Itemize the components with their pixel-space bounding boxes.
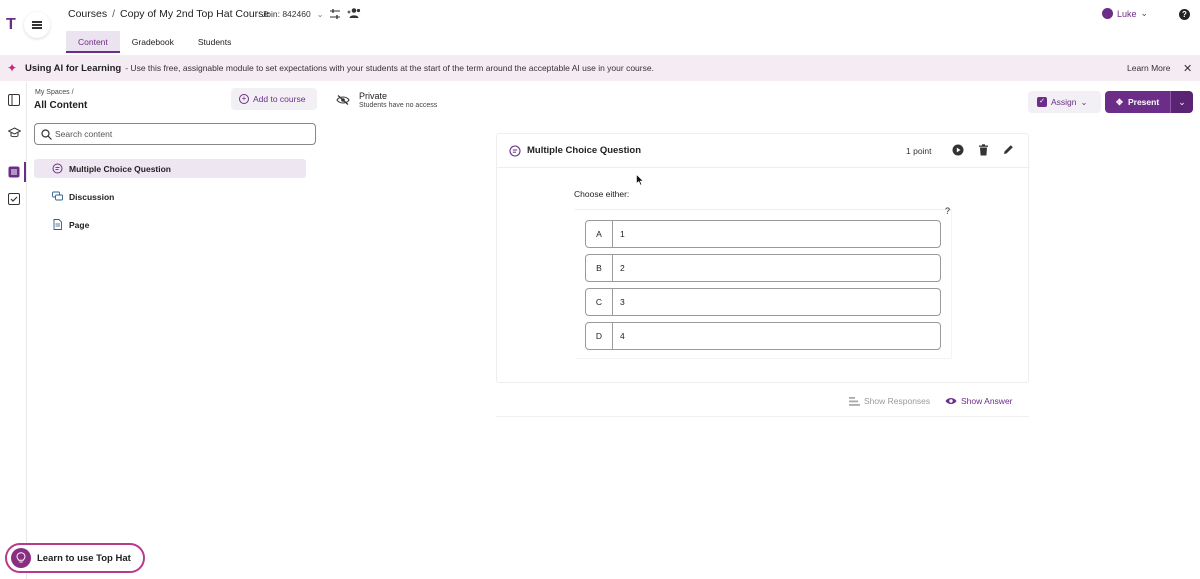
option-value: 2	[620, 263, 625, 273]
pencil-icon[interactable]	[1003, 144, 1014, 155]
sparkle-icon: ✦	[7, 61, 18, 75]
chevron-down-icon: ⌄	[1178, 96, 1186, 107]
option-letter: B	[586, 255, 613, 281]
eye-icon	[945, 398, 957, 404]
hamburger-icon	[32, 22, 42, 28]
answer-option-a[interactable]: A 1	[585, 220, 941, 248]
checkbox-icon: ✓	[1037, 97, 1047, 107]
top-bar: T Courses / Copy of My 2nd Top Hat Cours…	[0, 0, 1200, 38]
left-nav-rail	[0, 82, 27, 579]
show-responses-label: Show Responses	[864, 396, 931, 406]
breadcrumb: Courses / Copy of My 2nd Top Hat Course	[68, 8, 269, 20]
menu-button[interactable]	[24, 12, 50, 38]
list-item-multiple-choice[interactable]: Multiple Choice Question	[34, 159, 306, 178]
present-options-button[interactable]: ⌄	[1170, 91, 1193, 113]
chevron-down-icon: ⌄	[1140, 8, 1149, 18]
user-name: Luke	[1117, 8, 1137, 19]
add-to-course-label: Add to course	[253, 94, 306, 104]
option-letter: D	[586, 323, 613, 349]
option-letter: C	[586, 289, 613, 315]
search-icon	[41, 129, 52, 140]
question-points: 1 point	[906, 146, 932, 156]
breadcrumb-separator: /	[112, 8, 116, 20]
option-value: 4	[620, 331, 625, 341]
list-item-label: Page	[69, 219, 90, 230]
settings-sliders-icon[interactable]	[329, 8, 341, 20]
privacy-status[interactable]: Private Students have no access	[336, 91, 437, 109]
discussion-icon	[52, 191, 63, 201]
question-bubble-icon	[509, 145, 521, 157]
search-input[interactable]: Search content	[34, 123, 316, 145]
panel-title: All Content	[34, 100, 88, 111]
course-title: Copy of My 2nd Top Hat Course	[120, 8, 270, 20]
page-icon	[53, 219, 62, 230]
divider	[496, 416, 1029, 417]
ai-learning-banner: ✦ Using AI for Learning - Use this free,…	[0, 55, 1200, 81]
banner-text: - Use this free, assignable module to se…	[125, 63, 654, 73]
mouse-cursor-icon	[636, 174, 644, 186]
search-placeholder: Search content	[55, 129, 113, 139]
learn-label: Learn to use Top Hat	[37, 552, 131, 564]
join-code[interactable]: Join: 842460 ⌄	[262, 9, 323, 19]
add-people-icon[interactable]	[347, 7, 361, 19]
help-icon[interactable]: ?	[1179, 9, 1190, 20]
question-type-title: Multiple Choice Question	[527, 145, 642, 156]
list-item-page[interactable]: Page	[34, 215, 306, 234]
checklist-icon[interactable]	[8, 193, 20, 205]
user-menu[interactable]: Luke ⌄	[1102, 8, 1148, 19]
answer-option-d[interactable]: D 4	[585, 322, 941, 350]
option-value: 1	[620, 229, 625, 239]
tab-students[interactable]: Students	[186, 31, 244, 53]
play-icon[interactable]	[952, 144, 964, 156]
present-button[interactable]: ✥ Present	[1105, 91, 1170, 113]
rail-active-indicator	[24, 162, 26, 182]
question-card-header: Multiple Choice Question 1 point	[497, 134, 1030, 168]
assign-label: Assign	[1051, 97, 1077, 107]
option-letter: A	[586, 221, 613, 247]
show-answer-label: Show Answer	[961, 396, 1013, 406]
course-tabs: Content Gradebook Students	[66, 31, 243, 53]
plus-icon: +	[239, 94, 249, 104]
question-card: Multiple Choice Question 1 point Choose …	[496, 133, 1030, 383]
breadcrumb-courses[interactable]: Courses	[68, 8, 107, 20]
trash-icon[interactable]	[978, 144, 989, 156]
option-value: 3	[620, 297, 625, 307]
learn-top-hat-button[interactable]: Learn to use Top Hat	[5, 543, 145, 573]
list-item-discussion[interactable]: Discussion	[34, 187, 306, 206]
tab-gradebook[interactable]: Gradebook	[120, 31, 186, 53]
content-list-icon[interactable]	[8, 166, 20, 178]
question-prompt: Choose either:	[574, 189, 630, 199]
close-icon[interactable]: ✕	[1183, 62, 1192, 75]
my-spaces-crumb[interactable]: My Spaces /	[35, 89, 74, 96]
learn-more-link[interactable]: Learn More	[1127, 63, 1170, 73]
privacy-title: Private	[359, 91, 388, 101]
chevron-down-icon: ⌄	[316, 9, 324, 19]
join-code-label: Join: 842460	[262, 9, 311, 19]
add-to-course-button[interactable]: + Add to course	[231, 88, 317, 110]
lightbulb-icon	[11, 548, 31, 568]
top-hat-logo[interactable]: T	[6, 16, 16, 34]
privacy-subtitle: Students have no access	[359, 102, 438, 109]
show-responses-button[interactable]: Show Responses	[849, 396, 930, 406]
user-avatar-icon	[1102, 8, 1113, 19]
graduation-cap-icon[interactable]	[8, 127, 21, 139]
eye-off-icon	[336, 95, 350, 105]
present-label: Present	[1127, 97, 1160, 107]
banner-title: Using AI for Learning	[25, 62, 122, 74]
list-item-label: Discussion	[69, 191, 115, 202]
bar-chart-icon	[849, 396, 860, 406]
question-help-mark[interactable]: ?	[945, 206, 950, 216]
question-bubble-icon	[52, 163, 63, 174]
chevron-down-icon: ⌄	[1080, 96, 1088, 107]
collapse-panel-icon[interactable]	[8, 94, 20, 106]
show-answer-button[interactable]: Show Answer	[945, 396, 1013, 406]
answer-option-b[interactable]: B 2	[585, 254, 941, 282]
tab-content[interactable]: Content	[66, 31, 120, 53]
answer-option-c[interactable]: C 3	[585, 288, 941, 316]
present-icon: ✥	[1115, 96, 1123, 107]
assign-button[interactable]: ✓ Assign ⌄	[1028, 91, 1101, 113]
list-item-label: Multiple Choice Question	[69, 163, 172, 174]
